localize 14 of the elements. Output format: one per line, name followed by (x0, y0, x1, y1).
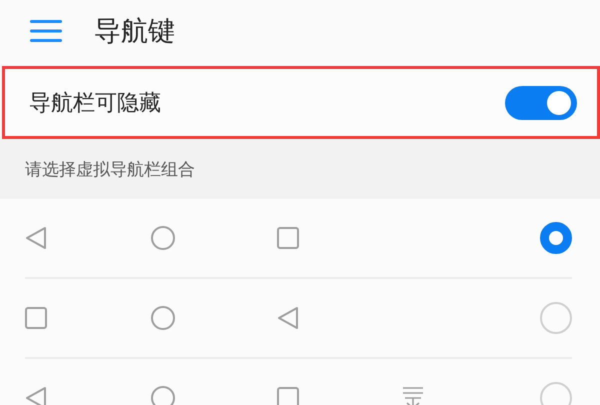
circle-icon (151, 226, 175, 250)
triangle-icon (277, 306, 299, 330)
circle-icon (151, 306, 175, 330)
pull-down-icon (403, 387, 423, 405)
radio-button[interactable] (540, 222, 572, 254)
section-title: 请选择虚拟导航栏组合 (25, 158, 195, 180)
triangle-icon (25, 226, 47, 250)
toggle-switch[interactable] (505, 86, 577, 120)
square-icon (277, 227, 299, 249)
setting-label: 导航栏可隐藏 (29, 90, 161, 118)
square-icon (25, 307, 47, 329)
menu-icon[interactable] (30, 20, 62, 42)
page-title: 导航键 (94, 15, 175, 49)
triangle-icon (25, 386, 47, 405)
